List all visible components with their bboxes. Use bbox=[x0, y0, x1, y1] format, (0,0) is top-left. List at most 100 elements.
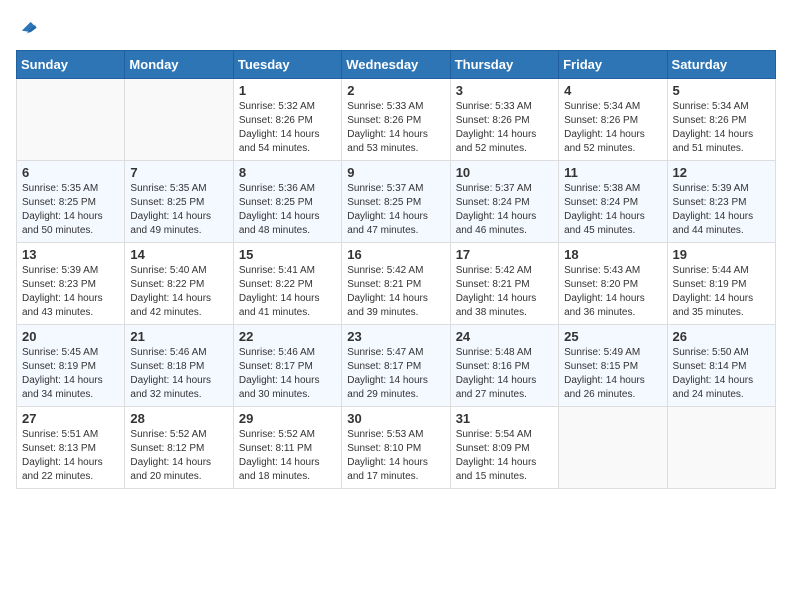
day-number: 28 bbox=[130, 411, 227, 426]
weekday-header: Saturday bbox=[667, 51, 775, 79]
calendar-cell bbox=[17, 79, 125, 161]
calendar-cell: 14 Sunrise: 5:40 AMSunset: 8:22 PMDaylig… bbox=[125, 243, 233, 325]
day-info: Sunrise: 5:37 AMSunset: 8:25 PMDaylight:… bbox=[347, 182, 444, 238]
day-number: 22 bbox=[239, 329, 336, 344]
day-number: 29 bbox=[239, 411, 336, 426]
weekday-header-row: SundayMondayTuesdayWednesdayThursdayFrid… bbox=[17, 51, 776, 79]
calendar-cell: 23 Sunrise: 5:47 AMSunset: 8:17 PMDaylig… bbox=[342, 325, 450, 407]
day-number: 4 bbox=[564, 83, 661, 98]
day-info: Sunrise: 5:48 AMSunset: 8:16 PMDaylight:… bbox=[456, 346, 553, 402]
day-info: Sunrise: 5:46 AMSunset: 8:18 PMDaylight:… bbox=[130, 346, 227, 402]
weekday-header: Tuesday bbox=[233, 51, 341, 79]
calendar-cell: 3 Sunrise: 5:33 AMSunset: 8:26 PMDayligh… bbox=[450, 79, 558, 161]
calendar-cell: 8 Sunrise: 5:36 AMSunset: 8:25 PMDayligh… bbox=[233, 161, 341, 243]
calendar-cell: 17 Sunrise: 5:42 AMSunset: 8:21 PMDaylig… bbox=[450, 243, 558, 325]
calendar-cell: 29 Sunrise: 5:52 AMSunset: 8:11 PMDaylig… bbox=[233, 407, 341, 489]
calendar-cell: 15 Sunrise: 5:41 AMSunset: 8:22 PMDaylig… bbox=[233, 243, 341, 325]
day-number: 13 bbox=[22, 247, 119, 262]
logo-icon bbox=[16, 16, 38, 38]
calendar-week-row: 6 Sunrise: 5:35 AMSunset: 8:25 PMDayligh… bbox=[17, 161, 776, 243]
day-info: Sunrise: 5:51 AMSunset: 8:13 PMDaylight:… bbox=[22, 428, 119, 484]
calendar-week-row: 1 Sunrise: 5:32 AMSunset: 8:26 PMDayligh… bbox=[17, 79, 776, 161]
day-number: 27 bbox=[22, 411, 119, 426]
day-info: Sunrise: 5:45 AMSunset: 8:19 PMDaylight:… bbox=[22, 346, 119, 402]
day-info: Sunrise: 5:33 AMSunset: 8:26 PMDaylight:… bbox=[347, 100, 444, 156]
weekday-header: Sunday bbox=[17, 51, 125, 79]
day-number: 16 bbox=[347, 247, 444, 262]
day-number: 8 bbox=[239, 165, 336, 180]
weekday-header: Wednesday bbox=[342, 51, 450, 79]
calendar-table: SundayMondayTuesdayWednesdayThursdayFrid… bbox=[16, 50, 776, 489]
day-info: Sunrise: 5:42 AMSunset: 8:21 PMDaylight:… bbox=[456, 264, 553, 320]
day-number: 20 bbox=[22, 329, 119, 344]
day-info: Sunrise: 5:52 AMSunset: 8:12 PMDaylight:… bbox=[130, 428, 227, 484]
day-info: Sunrise: 5:47 AMSunset: 8:17 PMDaylight:… bbox=[347, 346, 444, 402]
calendar-cell: 4 Sunrise: 5:34 AMSunset: 8:26 PMDayligh… bbox=[559, 79, 667, 161]
day-number: 15 bbox=[239, 247, 336, 262]
day-info: Sunrise: 5:36 AMSunset: 8:25 PMDaylight:… bbox=[239, 182, 336, 238]
day-info: Sunrise: 5:52 AMSunset: 8:11 PMDaylight:… bbox=[239, 428, 336, 484]
weekday-header: Monday bbox=[125, 51, 233, 79]
calendar-cell: 5 Sunrise: 5:34 AMSunset: 8:26 PMDayligh… bbox=[667, 79, 775, 161]
day-number: 1 bbox=[239, 83, 336, 98]
calendar-cell bbox=[667, 407, 775, 489]
calendar-cell: 1 Sunrise: 5:32 AMSunset: 8:26 PMDayligh… bbox=[233, 79, 341, 161]
day-info: Sunrise: 5:35 AMSunset: 8:25 PMDaylight:… bbox=[22, 182, 119, 238]
calendar-cell: 7 Sunrise: 5:35 AMSunset: 8:25 PMDayligh… bbox=[125, 161, 233, 243]
day-number: 7 bbox=[130, 165, 227, 180]
day-info: Sunrise: 5:50 AMSunset: 8:14 PMDaylight:… bbox=[673, 346, 770, 402]
day-info: Sunrise: 5:39 AMSunset: 8:23 PMDaylight:… bbox=[22, 264, 119, 320]
day-number: 3 bbox=[456, 83, 553, 98]
calendar-week-row: 27 Sunrise: 5:51 AMSunset: 8:13 PMDaylig… bbox=[17, 407, 776, 489]
day-number: 10 bbox=[456, 165, 553, 180]
day-number: 14 bbox=[130, 247, 227, 262]
day-number: 30 bbox=[347, 411, 444, 426]
day-number: 24 bbox=[456, 329, 553, 344]
day-info: Sunrise: 5:46 AMSunset: 8:17 PMDaylight:… bbox=[239, 346, 336, 402]
day-info: Sunrise: 5:39 AMSunset: 8:23 PMDaylight:… bbox=[673, 182, 770, 238]
day-number: 2 bbox=[347, 83, 444, 98]
day-info: Sunrise: 5:32 AMSunset: 8:26 PMDaylight:… bbox=[239, 100, 336, 156]
calendar-cell: 6 Sunrise: 5:35 AMSunset: 8:25 PMDayligh… bbox=[17, 161, 125, 243]
day-number: 17 bbox=[456, 247, 553, 262]
day-number: 31 bbox=[456, 411, 553, 426]
day-info: Sunrise: 5:43 AMSunset: 8:20 PMDaylight:… bbox=[564, 264, 661, 320]
day-info: Sunrise: 5:34 AMSunset: 8:26 PMDaylight:… bbox=[673, 100, 770, 156]
day-number: 23 bbox=[347, 329, 444, 344]
day-number: 18 bbox=[564, 247, 661, 262]
day-number: 6 bbox=[22, 165, 119, 180]
calendar-cell: 9 Sunrise: 5:37 AMSunset: 8:25 PMDayligh… bbox=[342, 161, 450, 243]
calendar-cell: 16 Sunrise: 5:42 AMSunset: 8:21 PMDaylig… bbox=[342, 243, 450, 325]
day-number: 9 bbox=[347, 165, 444, 180]
calendar-cell: 31 Sunrise: 5:54 AMSunset: 8:09 PMDaylig… bbox=[450, 407, 558, 489]
weekday-header: Friday bbox=[559, 51, 667, 79]
calendar-cell bbox=[559, 407, 667, 489]
calendar-cell: 27 Sunrise: 5:51 AMSunset: 8:13 PMDaylig… bbox=[17, 407, 125, 489]
day-number: 11 bbox=[564, 165, 661, 180]
day-number: 12 bbox=[673, 165, 770, 180]
day-info: Sunrise: 5:41 AMSunset: 8:22 PMDaylight:… bbox=[239, 264, 336, 320]
page-header bbox=[16, 16, 776, 38]
day-info: Sunrise: 5:42 AMSunset: 8:21 PMDaylight:… bbox=[347, 264, 444, 320]
day-number: 26 bbox=[673, 329, 770, 344]
calendar-cell: 24 Sunrise: 5:48 AMSunset: 8:16 PMDaylig… bbox=[450, 325, 558, 407]
calendar-cell: 20 Sunrise: 5:45 AMSunset: 8:19 PMDaylig… bbox=[17, 325, 125, 407]
calendar-cell bbox=[125, 79, 233, 161]
day-info: Sunrise: 5:40 AMSunset: 8:22 PMDaylight:… bbox=[130, 264, 227, 320]
calendar-cell: 11 Sunrise: 5:38 AMSunset: 8:24 PMDaylig… bbox=[559, 161, 667, 243]
day-info: Sunrise: 5:54 AMSunset: 8:09 PMDaylight:… bbox=[456, 428, 553, 484]
day-number: 19 bbox=[673, 247, 770, 262]
calendar-cell: 26 Sunrise: 5:50 AMSunset: 8:14 PMDaylig… bbox=[667, 325, 775, 407]
day-number: 5 bbox=[673, 83, 770, 98]
calendar-cell: 18 Sunrise: 5:43 AMSunset: 8:20 PMDaylig… bbox=[559, 243, 667, 325]
calendar-cell: 22 Sunrise: 5:46 AMSunset: 8:17 PMDaylig… bbox=[233, 325, 341, 407]
day-number: 25 bbox=[564, 329, 661, 344]
calendar-cell: 25 Sunrise: 5:49 AMSunset: 8:15 PMDaylig… bbox=[559, 325, 667, 407]
calendar-cell: 19 Sunrise: 5:44 AMSunset: 8:19 PMDaylig… bbox=[667, 243, 775, 325]
calendar-cell: 21 Sunrise: 5:46 AMSunset: 8:18 PMDaylig… bbox=[125, 325, 233, 407]
calendar-cell: 30 Sunrise: 5:53 AMSunset: 8:10 PMDaylig… bbox=[342, 407, 450, 489]
day-info: Sunrise: 5:34 AMSunset: 8:26 PMDaylight:… bbox=[564, 100, 661, 156]
day-info: Sunrise: 5:49 AMSunset: 8:15 PMDaylight:… bbox=[564, 346, 661, 402]
calendar-week-row: 13 Sunrise: 5:39 AMSunset: 8:23 PMDaylig… bbox=[17, 243, 776, 325]
logo bbox=[16, 16, 42, 38]
